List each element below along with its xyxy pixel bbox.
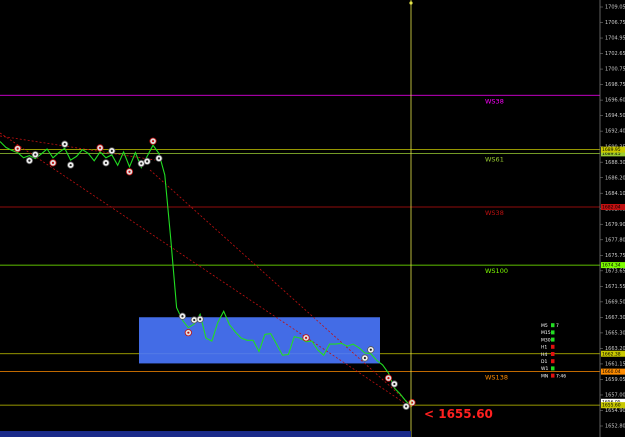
timeframe-label: H4 [541, 352, 547, 358]
signal-marker-dot [405, 405, 408, 408]
price-tick-label: 1673.65 [605, 268, 625, 274]
price-badge-label: 1682.04 [602, 205, 621, 211]
trend-line[interactable] [0, 132, 413, 409]
price-tick-label: 1709.05 [605, 5, 625, 11]
bottom-bar [0, 431, 411, 437]
price-tick-label: 1654.90 [605, 408, 625, 414]
timeframe-signal [551, 330, 555, 335]
signal-marker-dot [63, 143, 66, 146]
price-tick-label: 1700.75 [605, 67, 625, 73]
price-tick-label: 1706.75 [605, 20, 625, 26]
signal-marker-dot [151, 140, 155, 143]
price-tick-label: 1661.15 [605, 362, 625, 368]
timeframe-label: H1 [541, 345, 547, 351]
signal-marker-dot [110, 149, 113, 152]
signal-marker-dot [69, 163, 72, 167]
price-tick-label: 1652.80 [605, 424, 625, 430]
signal-marker-dot [181, 315, 184, 318]
signal-marker-dot [387, 377, 390, 380]
price-tick-label: 1667.30 [605, 315, 625, 321]
price-tick-label: 1686.20 [605, 175, 625, 181]
price-badge-label: 1655.60 [602, 403, 621, 409]
signal-marker-dot [146, 160, 149, 163]
timeframe-label: W1 [541, 366, 548, 372]
current-price-label: < 1655.60 [424, 407, 493, 421]
signal-marker-dot [187, 331, 190, 334]
price-chart[interactable]: WS38 WS61 WS38 WS100 WS138 1709.05 1706.75 170… [0, 0, 625, 437]
signal-marker-dot [193, 318, 196, 322]
price-tick-label: 1675.75 [605, 253, 625, 259]
trend-line[interactable] [0, 135, 156, 161]
price-tick-label: 1671.55 [605, 284, 625, 290]
price-tick-label: 1684.10 [605, 191, 625, 197]
signal-marker-dot [157, 157, 161, 160]
price-tick-label: 1688.30 [605, 160, 625, 166]
price-tick-label: 1677.80 [605, 237, 625, 243]
vertical-line-handle[interactable] [409, 1, 413, 5]
signal-marker-dot [393, 382, 396, 386]
timeframe-label: M15 [541, 330, 551, 336]
price-tick-label: 1679.90 [605, 222, 625, 228]
signal-marker-dot [363, 356, 367, 360]
timeframe-signal [551, 359, 555, 364]
timeframe-signal [551, 323, 555, 328]
trend-line[interactable] [149, 169, 413, 407]
timeframe-label: D1 [541, 359, 547, 365]
level-label: WS61 [485, 155, 504, 163]
chart-canvas[interactable]: WS38 WS61 WS38 WS100 WS138 1709.05 1706.75 170… [0, 0, 625, 437]
price-tick-label: 1696.60 [605, 98, 625, 104]
timeframe-signal [551, 337, 555, 342]
signal-marker-dot [140, 162, 143, 165]
signal-marker-dot [369, 348, 372, 351]
timeframe-signal [551, 352, 555, 356]
signal-marker-dot [128, 170, 131, 173]
signal-marker-dot [28, 159, 31, 162]
signal-marker-dot [98, 146, 102, 149]
level-label: WS138 [485, 374, 508, 382]
price-tick-label: 1694.50 [605, 113, 625, 119]
signal-marker-dot [304, 336, 308, 339]
timeframe-label: MN [541, 373, 548, 379]
timeframe-signal [551, 366, 555, 371]
level-label: WS38 [485, 209, 504, 217]
timeframe-label: M30 [541, 337, 551, 343]
level-label: WS38 [485, 97, 504, 105]
signal-marker-dot [51, 161, 55, 164]
price-tick-label: 1704.95 [605, 36, 625, 42]
signal-marker-dot [199, 318, 202, 321]
price-badge-label: 1689.95 [602, 147, 621, 153]
price-badge-label: 1660.04 [602, 369, 621, 375]
signal-marker-dot [16, 147, 19, 150]
timeframe-value: 7:46 [556, 373, 566, 379]
level-label: WS100 [485, 267, 508, 275]
signal-marker-dot [34, 153, 37, 156]
price-tick-label: 1659.05 [605, 377, 625, 383]
price-badge-label: 1662.38 [602, 351, 621, 357]
timeframe-label: M5 [541, 323, 548, 329]
timeframe-signal [551, 344, 555, 349]
timeframe-value: 7 [556, 323, 559, 329]
price-tick-label: 1702.65 [605, 51, 625, 57]
price-tick-label: 1665.30 [605, 330, 625, 336]
timeframe-signal [551, 373, 555, 378]
price-badge-label: 1674.34 [602, 263, 621, 269]
price-tick-label: 1669.50 [605, 299, 625, 305]
price-tick-label: 1692.40 [605, 129, 625, 135]
price-tick-label: 1657.00 [605, 393, 625, 399]
price-tick-label: 1698.75 [605, 82, 625, 88]
signal-marker-dot [104, 161, 108, 164]
zone-box[interactable] [139, 317, 380, 364]
